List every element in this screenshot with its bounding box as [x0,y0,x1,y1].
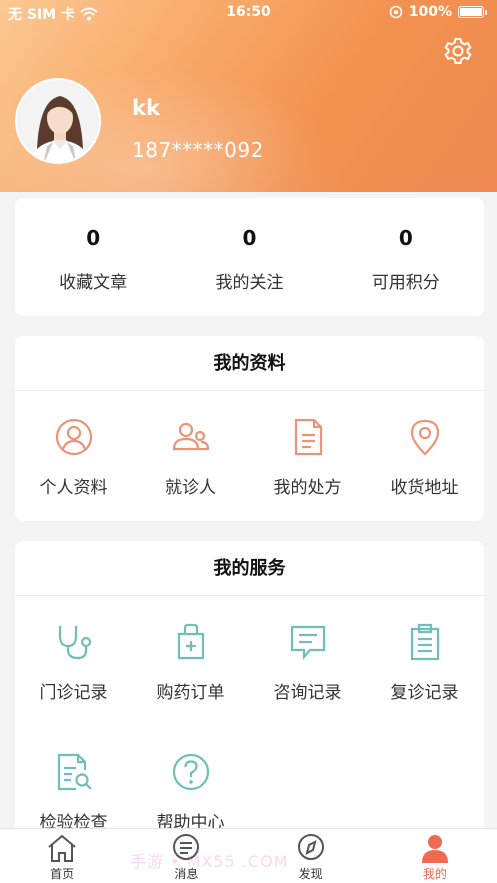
report-search-icon [57,753,92,791]
tab-label: 发现 [298,867,323,881]
tab-label: 首页 [50,867,75,881]
stat-available-points[interactable]: 0 可用积分 [328,198,484,316]
my-profile-card: 我的资料 个人资料 就诊人 我的处方 收货地址 [15,336,484,521]
service-item-label: 咨询记录 [273,683,342,703]
my-services-card: 我的服务 门诊记录 购药订单 咨询记录 复诊记录 检验检查 帮助中心 [15,541,484,841]
battery-icon [458,6,484,18]
tab-label: 消息 [174,867,199,881]
prescription-document-icon [294,418,322,456]
person-icon [421,835,448,863]
stat-value: 0 [398,226,413,250]
clipboard-icon [410,623,439,661]
avatar-woman-icon [17,80,99,162]
tab-label: 我的 [422,867,447,881]
patients-icon [172,422,209,451]
message-icon [173,834,200,860]
stat-label: 我的关注 [215,273,284,293]
service-item-consultation-records[interactable]: 咨询记录 [249,596,366,726]
stat-label: 可用积分 [371,273,440,293]
service-item-label: 购药订单 [156,683,225,703]
stat-value: 0 [242,226,257,250]
tab-home[interactable]: 首页 [0,829,124,883]
section-title: 我的服务 [15,541,484,596]
service-item-label: 门诊记录 [39,683,108,703]
section-title: 我的资料 [15,336,484,391]
profile-item-label: 收货地址 [390,478,459,498]
profile-header: 无 SIM 卡 16:50 100% kk 187*****092 [0,0,497,192]
status-bar: 无 SIM 卡 16:50 100% [0,0,497,26]
home-icon [48,834,76,862]
username: kk [132,96,160,120]
chat-bubble-icon [290,625,325,660]
help-circle-icon [172,753,209,791]
profile-item-patients[interactable]: 就诊人 [132,391,249,521]
stat-my-follows[interactable]: 0 我的关注 [171,198,327,316]
tab-me[interactable]: 我的 [373,829,497,883]
stats-card: 0 收藏文章 0 我的关注 0 可用积分 [15,198,484,316]
compass-icon [297,834,324,860]
battery-cap [485,9,487,15]
service-item-medicine-orders[interactable]: 购药订单 [132,596,249,726]
profile-item-label: 我的处方 [273,478,342,498]
service-item-label: 复诊记录 [390,683,459,703]
location-pin-icon [410,419,439,456]
stat-value: 0 [86,226,101,250]
tab-discover[interactable]: 发现 [249,829,373,883]
profile-item-personal-info[interactable]: 个人资料 [15,391,132,521]
service-item-outpatient-records[interactable]: 门诊记录 [15,596,132,726]
stat-favorite-articles[interactable]: 0 收藏文章 [15,198,171,316]
orientation-lock-icon [389,5,403,19]
settings-gear-icon[interactable] [443,36,473,66]
status-right: 100% [389,4,487,20]
avatar[interactable] [15,78,101,164]
user-circle-icon [55,418,92,456]
stat-label: 收藏文章 [59,273,128,293]
profile-item-prescriptions[interactable]: 我的处方 [249,391,366,521]
service-item-revisit-records[interactable]: 复诊记录 [366,596,483,726]
profile-item-label: 就诊人 [165,478,216,498]
stethoscope-icon [58,626,91,660]
bottom-tab-bar: 首页 消息 发现 我的 [0,828,497,883]
tab-messages[interactable]: 消息 [124,829,248,883]
medicine-bag-icon [177,623,204,660]
battery-percent: 100% [408,4,452,20]
profile-item-shipping-address[interactable]: 收货地址 [366,391,483,521]
phone-number: 187*****092 [132,138,264,162]
profile-item-label: 个人资料 [39,478,108,498]
